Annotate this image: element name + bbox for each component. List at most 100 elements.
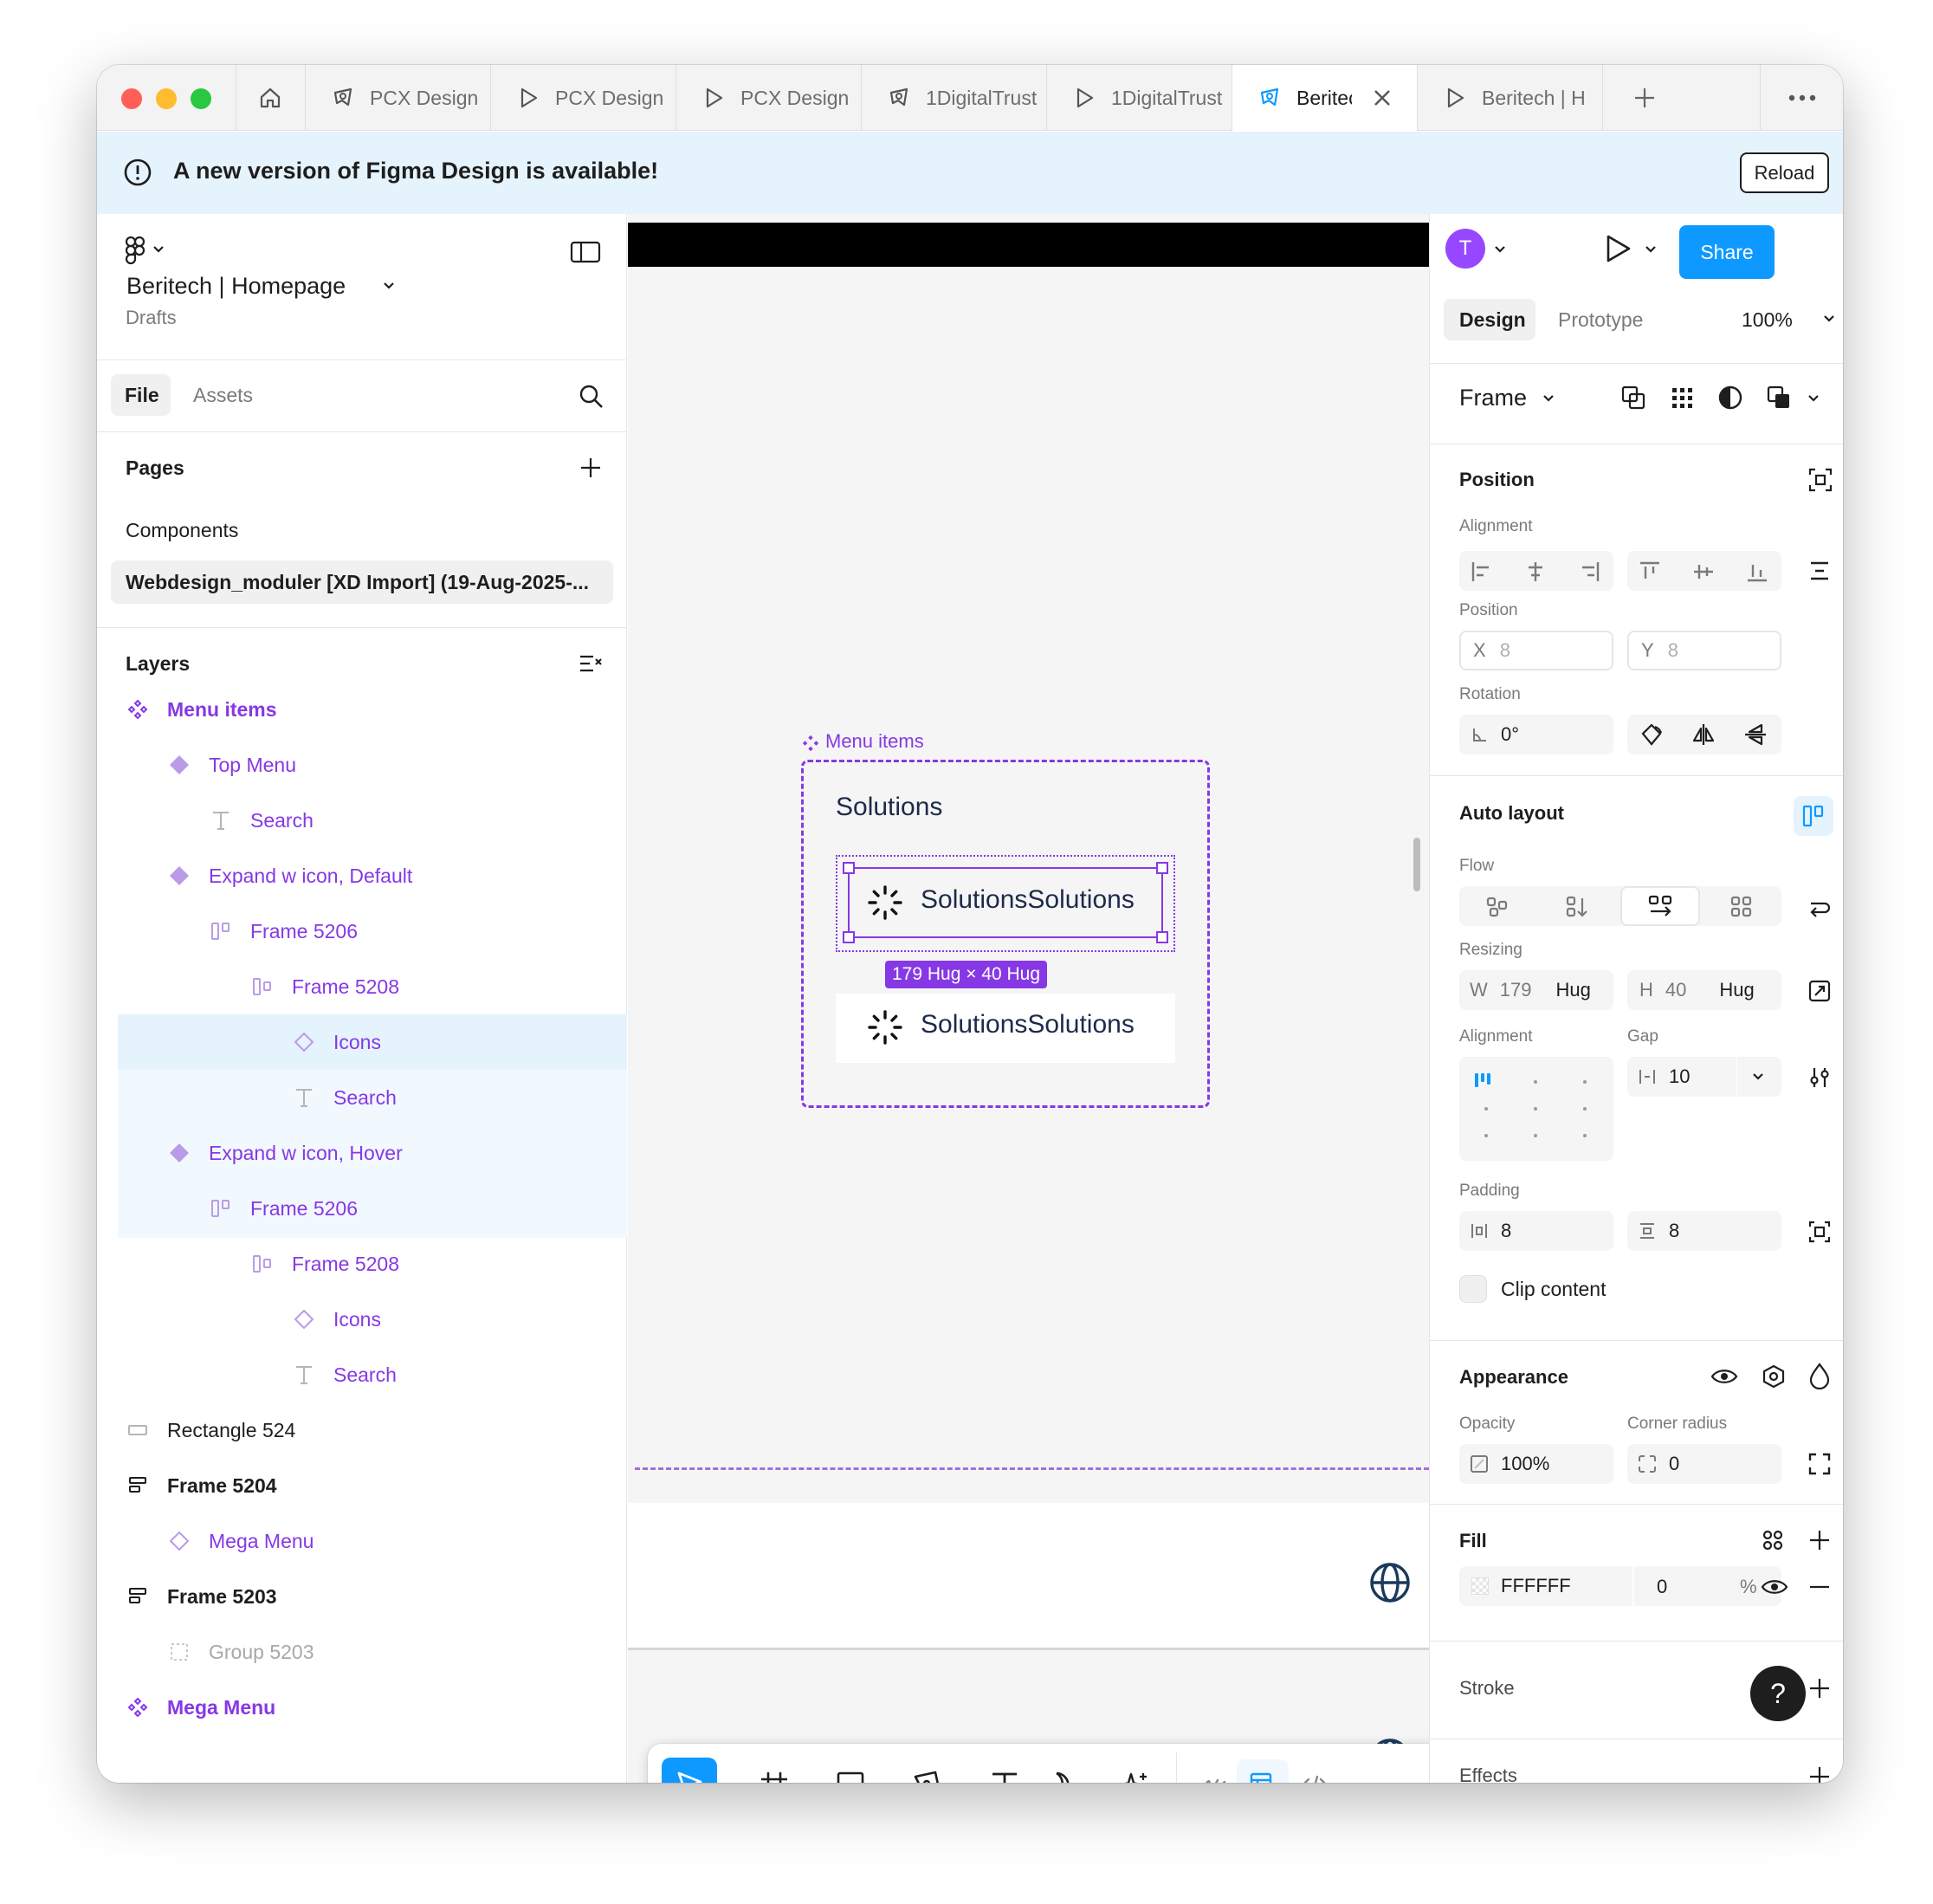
dev-mode-icon[interactable]: [1299, 1771, 1330, 1783]
file-name[interactable]: Beritech | Homepage: [126, 273, 346, 300]
chevron-down-icon[interactable]: [152, 245, 165, 254]
chevron-down-icon[interactable]: [1494, 245, 1506, 254]
align-dot[interactable]: [1534, 1134, 1537, 1137]
fill-hex[interactable]: FFFFFF: [1501, 1575, 1571, 1597]
variant-2-label[interactable]: SolutionsSolutions: [921, 1010, 1135, 1039]
chevron-down-icon[interactable]: [726, 1782, 738, 1783]
help-button[interactable]: ?: [1750, 1666, 1806, 1721]
text-tool-icon[interactable]: [989, 1770, 1020, 1783]
close-window-button[interactable]: [121, 88, 142, 109]
tab-1digitaltrust-2[interactable]: 1DigitalTrust: [1046, 65, 1232, 131]
layer-row-frame-5204[interactable]: Frame 5204: [97, 1458, 627, 1513]
individual-corners-icon[interactable]: [1807, 1452, 1832, 1476]
remove-fill-icon[interactable]: [1807, 1575, 1832, 1599]
pen-tool-icon[interactable]: [911, 1770, 942, 1783]
align-bottom-icon[interactable]: [1745, 560, 1769, 584]
tab-beritech-prototype[interactable]: Beritech | H: [1417, 65, 1602, 131]
fill-row[interactable]: FFFFFF 0 %: [1459, 1566, 1781, 1606]
layer-row-search[interactable]: Search: [97, 1070, 627, 1125]
align-dot[interactable]: [1484, 1107, 1488, 1111]
blend-mode-icon[interactable]: [1761, 1363, 1787, 1389]
search-icon[interactable]: [579, 384, 604, 410]
avatar[interactable]: T: [1445, 229, 1485, 269]
align-top-icon[interactable]: [1638, 560, 1662, 584]
flow-horizontal-button[interactable]: [1620, 886, 1700, 926]
layer-row-rectangle-524[interactable]: Rectangle 524: [97, 1402, 627, 1458]
add-fill-icon[interactable]: [1807, 1528, 1832, 1552]
tab-pcx-design-1[interactable]: PCX Design: [305, 65, 490, 131]
flip-horizontal-icon[interactable]: [1691, 722, 1716, 747]
chevron-down-icon[interactable]: [802, 1782, 814, 1783]
width-field[interactable]: W 179 Hug: [1459, 970, 1613, 1010]
layer-row-frame-5203[interactable]: Frame 5203: [97, 1569, 627, 1624]
h-mode[interactable]: Hug: [1719, 979, 1754, 1001]
chevron-down-icon[interactable]: [1645, 245, 1657, 254]
chevron-down-icon[interactable]: [954, 1782, 966, 1783]
rectangle-tool-icon[interactable]: [835, 1770, 866, 1783]
layer-row-frame-5208[interactable]: Frame 5208: [97, 1236, 627, 1292]
resize-handle[interactable]: [843, 862, 855, 874]
gap-field[interactable]: 10: [1627, 1057, 1781, 1097]
mask-icon[interactable]: [1717, 385, 1743, 411]
flow-freeform-icon[interactable]: [1485, 895, 1510, 919]
ai-sparkle-icon[interactable]: [1117, 1770, 1150, 1783]
zoom-level[interactable]: 100%: [1742, 308, 1793, 332]
resize-handle[interactable]: [843, 931, 855, 943]
reload-button[interactable]: Reload: [1740, 152, 1829, 193]
layer-row-mega-menu[interactable]: Mega Menu: [97, 1680, 627, 1735]
layer-row-expand-default[interactable]: Expand w icon, Default: [97, 848, 627, 903]
x-position-field[interactable]: X 8: [1459, 631, 1613, 670]
align-dot[interactable]: [1583, 1134, 1587, 1137]
align-dot[interactable]: [1534, 1080, 1537, 1084]
align-dot[interactable]: [1583, 1080, 1587, 1084]
globe-icon[interactable]: [1368, 1561, 1412, 1604]
flip-vertical-icon[interactable]: [1743, 722, 1768, 747]
layer-row-icons[interactable]: Icons: [97, 1292, 627, 1347]
tab-pcx-design-2[interactable]: PCX Design: [490, 65, 676, 131]
align-dot[interactable]: [1534, 1107, 1537, 1111]
height-field[interactable]: H 40 Hug: [1627, 970, 1781, 1010]
chevron-down-icon[interactable]: [1823, 314, 1835, 323]
fill-opacity-value[interactable]: 0: [1657, 1576, 1667, 1598]
align-dot[interactable]: [1583, 1107, 1587, 1111]
chevron-down-icon[interactable]: [1752, 1072, 1764, 1081]
boolean-ops-icon[interactable]: [1766, 385, 1792, 411]
file-location[interactable]: Drafts: [126, 307, 177, 329]
minimize-window-button[interactable]: [156, 88, 177, 109]
y-position-field[interactable]: Y 8: [1627, 631, 1781, 670]
collapse-layers-icon[interactable]: [578, 651, 604, 676]
comment-tool-icon[interactable]: [1041, 1770, 1072, 1783]
frame-tool-icon[interactable]: [759, 1770, 790, 1783]
rotation-field[interactable]: 0°: [1459, 715, 1613, 754]
horizontal-padding-field[interactable]: 8: [1459, 1211, 1613, 1251]
individual-padding-icon[interactable]: [1807, 1220, 1832, 1244]
fill-visibility-eye-icon[interactable]: [1761, 1575, 1788, 1599]
more-tabs-button[interactable]: [1760, 65, 1843, 131]
canvas-heading-solutions[interactable]: Solutions: [836, 793, 942, 822]
layer-row-top-menu[interactable]: Top Menu: [97, 737, 627, 793]
share-button[interactable]: Share: [1679, 225, 1775, 279]
chevron-down-icon[interactable]: [878, 1782, 890, 1783]
layer-row-frame-5206[interactable]: Frame 5206: [97, 1181, 627, 1236]
tab-beritech-active[interactable]: Beritech: [1232, 65, 1417, 131]
flow-vertical-icon[interactable]: [1565, 895, 1589, 919]
vertical-padding-field[interactable]: 8: [1627, 1211, 1781, 1251]
variant-1-label[interactable]: SolutionsSolutions: [921, 885, 1135, 915]
vertical-scrollbar[interactable]: [1413, 838, 1420, 891]
chevron-down-icon[interactable]: [1084, 1782, 1096, 1783]
flow-grid-icon[interactable]: [1729, 895, 1754, 919]
tab-assets[interactable]: Assets: [193, 384, 253, 407]
layer-row-group-5203[interactable]: Group 5203: [97, 1624, 627, 1680]
resize-handle[interactable]: [1156, 862, 1168, 874]
zoom-window-button[interactable]: [191, 88, 211, 109]
chevron-down-icon[interactable]: [1807, 394, 1820, 403]
draw-mode-icon[interactable]: [1199, 1771, 1228, 1783]
canvas[interactable]: Menu items Solutions SolutionsSolutions …: [628, 214, 1429, 1783]
constraints-icon[interactable]: [1807, 467, 1833, 493]
layer-row-mega-menu-instance[interactable]: Mega Menu: [97, 1513, 627, 1569]
layer-row-menu-items[interactable]: Menu items: [97, 682, 627, 737]
frame-type-selector[interactable]: Frame: [1459, 385, 1527, 411]
add-page-icon[interactable]: [579, 456, 603, 480]
design-mode-button[interactable]: [1237, 1759, 1289, 1783]
new-tab-button[interactable]: [1602, 65, 1685, 131]
